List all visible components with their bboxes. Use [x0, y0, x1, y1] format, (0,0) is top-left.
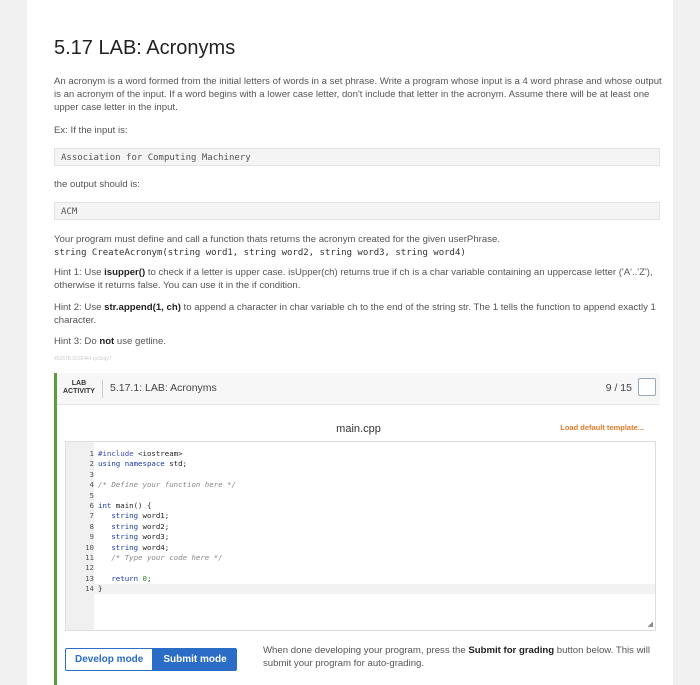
mode-toggle: Develop mode Submit mode	[65, 648, 237, 671]
hint-2-pre: Hint 2: Use	[54, 302, 105, 313]
line-number: 3	[89, 469, 94, 479]
line-number: 8	[89, 521, 94, 531]
line-number: 7	[89, 511, 94, 521]
code-line: ​	[98, 491, 236, 501]
line-number: 9	[89, 532, 94, 542]
line-number: 10	[85, 542, 94, 552]
hint-2: Hint 2: Use str.append(1, ch) to append …	[54, 301, 664, 327]
submit-mode-button[interactable]: Submit mode	[153, 648, 237, 671]
line-number: 5	[89, 490, 94, 500]
line-number: 13	[85, 573, 94, 583]
hint-3-bold: not	[99, 336, 115, 347]
hint-1: Hint 1: Use isupper() to check if a lett…	[54, 266, 664, 292]
content-page: 5.17 LAB: Acronyms An acronym is a word …	[27, 0, 673, 685]
lab-tag-line1: LAB	[71, 380, 87, 387]
define-paragraph: Your program must define and call a func…	[54, 233, 664, 260]
completion-checkbox-icon	[638, 378, 656, 396]
code-line: ​	[98, 470, 236, 480]
activity-id: 452678.3216444.qx3zqy7	[54, 356, 112, 362]
code-line: string word2;	[111, 521, 170, 531]
load-default-template-link[interactable]: Load default template...	[560, 423, 644, 432]
example-label: Ex: If the input is:	[54, 125, 128, 136]
code-line: int main() {	[98, 501, 152, 511]
hint-3: Hint 3: Do not use getline.	[54, 335, 664, 348]
function-signature: string CreateAcronym(string word1, strin…	[54, 248, 466, 258]
output-label: the output should is:	[54, 179, 140, 190]
line-number: 4	[89, 480, 94, 490]
lab-activity: LAB ACTIVITY 5.17.1: LAB: Acronyms 9 / 1…	[54, 373, 660, 685]
code-line: #include <iostream>	[98, 449, 183, 458]
code-line: return 0;	[111, 573, 152, 583]
intro-paragraph: An acronym is a word formed from the ini…	[54, 76, 662, 113]
hint-1-pre: Hint 1: Use	[54, 267, 105, 278]
line-number: 2	[89, 459, 94, 469]
line-number: 12	[85, 563, 94, 573]
develop-mode-button[interactable]: Develop mode	[65, 648, 154, 671]
code-line: using namespace std;	[98, 459, 187, 469]
line-numbers: 1 2 3 4 5 6 7 8 9 10 11 12 13 14	[66, 449, 94, 595]
hint-2-bold: str.append(1, ch)	[104, 302, 181, 313]
example-output-box: ACM	[54, 202, 660, 220]
code-line: }	[98, 584, 103, 594]
submit-note-pre: When done developing your program, press…	[263, 645, 469, 656]
line-number: 11	[85, 553, 94, 563]
lab-tag-line2: ACTIVITY	[63, 388, 95, 395]
code-line: string word1;	[111, 511, 170, 521]
line-number: 6	[89, 501, 94, 511]
code-line: string word4;	[111, 542, 170, 552]
lab-header: LAB ACTIVITY 5.17.1: LAB: Acronyms 9 / 1…	[57, 373, 660, 405]
code-line: string word3;	[111, 532, 170, 542]
example-input-box: Association for Computing Machinery	[54, 148, 660, 166]
code-line: /* Type your code here */	[111, 553, 223, 563]
lab-title: 5.17.1: LAB: Acronyms	[110, 382, 217, 394]
code-line: ​	[98, 563, 236, 573]
lab-score: 9 / 15	[605, 382, 632, 394]
hint-3-pre: Hint 3: Do	[54, 336, 100, 347]
submit-note: When done developing your program, press…	[263, 644, 653, 670]
resize-handle-icon[interactable]: ◢	[648, 620, 653, 628]
page-title: 5.17 LAB: Acronyms	[54, 37, 236, 59]
line-number: 14	[85, 584, 94, 594]
code-line: /* Define your function here */	[98, 480, 236, 490]
define-text: Your program must define and call a func…	[54, 234, 500, 245]
code-editor[interactable]: 1 2 3 4 5 6 7 8 9 10 11 12 13 14 #include <iostream> u…	[65, 441, 656, 631]
lab-activity-tag: LAB ACTIVITY	[63, 380, 95, 396]
hint-3-post: use getline.	[114, 336, 166, 347]
submit-note-bold: Submit for grading	[468, 645, 555, 656]
line-number: 1	[89, 449, 94, 458]
header-divider	[102, 380, 103, 398]
code-text[interactable]: #include <iostream>using namespace std;​…	[98, 449, 236, 595]
hint-1-bold: isupper()	[104, 267, 146, 278]
